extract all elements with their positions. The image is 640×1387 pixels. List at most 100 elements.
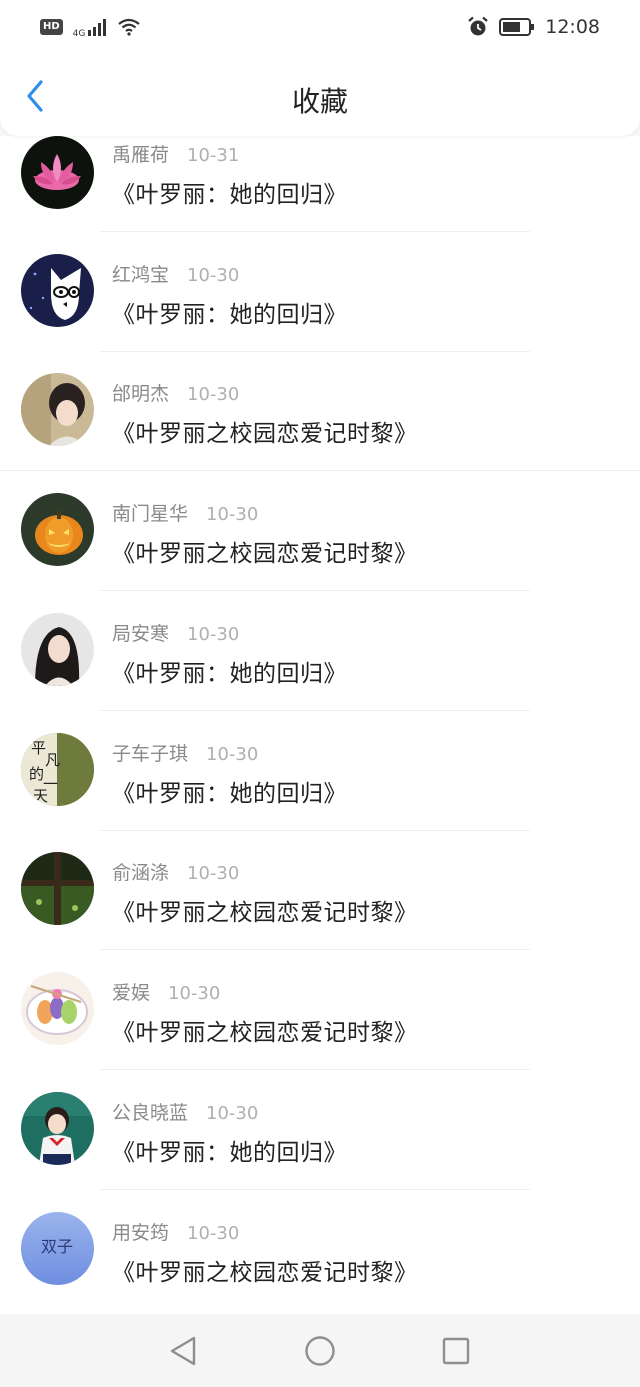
food-bowl-avatar-image — [21, 972, 94, 1045]
date: 10-30 — [168, 983, 221, 1004]
status-left: HD 4G — [40, 15, 141, 39]
nav-recents-button[interactable] — [439, 1334, 473, 1368]
avatar — [21, 1092, 94, 1165]
username: 公良晓蓝 — [112, 1102, 189, 1124]
divider — [100, 351, 530, 352]
divider — [0, 470, 640, 471]
book-title[interactable]: 《叶罗丽之校园恋爱记时黎》 — [112, 534, 418, 568]
date: 10-30 — [187, 624, 240, 645]
battery-icon — [499, 18, 535, 36]
divider — [100, 949, 530, 950]
calligraphy-char: 天 — [33, 787, 48, 805]
book-title[interactable]: 《叶罗丽之校园恋爱记时黎》 — [112, 414, 418, 448]
avatar — [21, 852, 94, 925]
hd-icon: HD — [40, 19, 63, 35]
avatar: 平 凡 的 一 天 — [21, 733, 94, 806]
date: 10-30 — [206, 744, 259, 765]
avatar — [21, 136, 94, 209]
favorites-list: 禹雁荷 10-31 《叶罗丽：她的回归》 红鸿宝 10-30 《叶罗丽：她的回归… — [0, 136, 640, 1314]
divider — [100, 830, 530, 831]
app-header: 收藏 — [0, 54, 640, 136]
nav-recents-icon — [442, 1337, 470, 1365]
item-meta: 俞涵涤 10-30 — [112, 858, 239, 885]
list-item[interactable]: 红鸿宝 10-30 《叶罗丽：她的回归》 — [0, 240, 640, 360]
nav-back-icon — [170, 1336, 196, 1366]
alarm-icon — [468, 16, 488, 36]
list-item[interactable]: 平 凡 的 一 天 子车子琪 10-30 《叶罗丽：她的回归》 — [0, 719, 640, 839]
avatar — [21, 613, 94, 686]
calligraphy-char: 平 — [31, 739, 46, 757]
nav-home-icon — [305, 1336, 335, 1366]
item-meta: 子车子琪 10-30 — [112, 739, 258, 766]
girl-portrait-avatar-image — [21, 373, 94, 446]
nav-home-button[interactable] — [303, 1334, 337, 1368]
list-item[interactable]: 爱娱 10-30 《叶罗丽之校园恋爱记时黎》 — [0, 958, 640, 1078]
list-item[interactable]: 南门星华 10-30 《叶罗丽之校园恋爱记时黎》 — [0, 479, 640, 599]
blue-gradient-avatar-image: 双子 — [21, 1212, 94, 1285]
list-item[interactable]: 双子 用安筠 10-30 《叶罗丽之校园恋爱记时黎》 — [0, 1198, 640, 1314]
username: 爱娱 — [112, 982, 151, 1004]
item-meta: 局安寒 10-30 — [112, 619, 239, 646]
system-nav-bar — [0, 1314, 640, 1387]
page-title: 收藏 — [291, 85, 348, 118]
username: 红鸿宝 — [112, 264, 170, 286]
avatar — [21, 972, 94, 1045]
divider — [100, 231, 530, 232]
date: 10-30 — [187, 265, 240, 286]
item-meta: 红鸿宝 10-30 — [112, 260, 239, 287]
book-title[interactable]: 《叶罗丽之校园恋爱记时黎》 — [112, 1253, 418, 1287]
cartoon-cat-avatar-image — [21, 254, 94, 327]
item-meta: 爱娱 10-30 — [112, 978, 220, 1005]
child-uniform-avatar-image — [21, 1092, 94, 1165]
item-meta: 用安筠 10-30 — [112, 1218, 239, 1245]
book-title[interactable]: 《叶罗丽之校园恋爱记时黎》 — [112, 1013, 418, 1047]
wifi-icon — [118, 18, 141, 36]
item-meta: 邰明杰 10-30 — [112, 379, 239, 406]
status-right: 12:08 — [467, 16, 600, 38]
status-bar: HD 4G 12:08 — [0, 0, 640, 54]
woman-portrait-avatar-image — [21, 613, 94, 686]
divider — [100, 1069, 530, 1070]
username: 用安筠 — [112, 1222, 170, 1244]
calligraphy-char: 凡 — [45, 751, 60, 769]
book-title[interactable]: 《叶罗丽：她的回归》 — [112, 175, 347, 209]
list-item[interactable]: 局安寒 10-30 《叶罗丽：她的回归》 — [0, 599, 640, 719]
book-title[interactable]: 《叶罗丽：她的回归》 — [112, 654, 347, 688]
book-title[interactable]: 《叶罗丽：她的回归》 — [112, 1133, 347, 1167]
date: 10-30 — [187, 1223, 240, 1244]
username: 南门星华 — [112, 503, 189, 525]
window-cross-avatar-image — [21, 852, 94, 925]
divider — [100, 1189, 530, 1190]
calligraphy-avatar-image: 平 凡 的 一 天 — [21, 733, 94, 806]
date: 10-31 — [187, 145, 240, 166]
nav-back-button[interactable] — [166, 1334, 200, 1368]
username: 子车子琪 — [112, 743, 189, 765]
list-item[interactable]: 禹雁荷 10-31 《叶罗丽：她的回归》 — [0, 136, 640, 240]
item-meta: 南门星华 10-30 — [112, 499, 258, 526]
lotus-avatar-image — [21, 136, 94, 209]
username: 俞涵涤 — [112, 862, 170, 884]
network-type-label: 4G — [72, 29, 86, 39]
item-meta: 公良晓蓝 10-30 — [112, 1098, 258, 1125]
book-title[interactable]: 《叶罗丽：她的回归》 — [112, 774, 347, 808]
clock-time: 12:08 — [545, 16, 600, 38]
calligraphy-char: 的 — [29, 765, 44, 783]
date: 10-30 — [206, 504, 259, 525]
divider — [100, 710, 530, 711]
list-item[interactable]: 公良晓蓝 10-30 《叶罗丽：她的回归》 — [0, 1078, 640, 1198]
avatar — [21, 373, 94, 446]
date: 10-30 — [206, 1103, 259, 1124]
book-title[interactable]: 《叶罗丽：她的回归》 — [112, 295, 347, 329]
book-title[interactable]: 《叶罗丽之校园恋爱记时黎》 — [112, 893, 418, 927]
divider — [100, 590, 530, 591]
list-item[interactable]: 俞涵涤 10-30 《叶罗丽之校园恋爱记时黎》 — [0, 838, 640, 958]
date: 10-30 — [187, 384, 240, 405]
signal-icon — [88, 19, 107, 36]
date: 10-30 — [187, 863, 240, 884]
username: 局安寒 — [112, 623, 170, 645]
pumpkin-avatar-image — [21, 493, 94, 566]
avatar-caption: 双子 — [41, 1237, 73, 1256]
list-item[interactable]: 邰明杰 10-30 《叶罗丽之校园恋爱记时黎》 — [0, 359, 640, 479]
username: 禹雁荷 — [112, 144, 170, 166]
item-meta: 禹雁荷 10-31 — [112, 140, 239, 167]
